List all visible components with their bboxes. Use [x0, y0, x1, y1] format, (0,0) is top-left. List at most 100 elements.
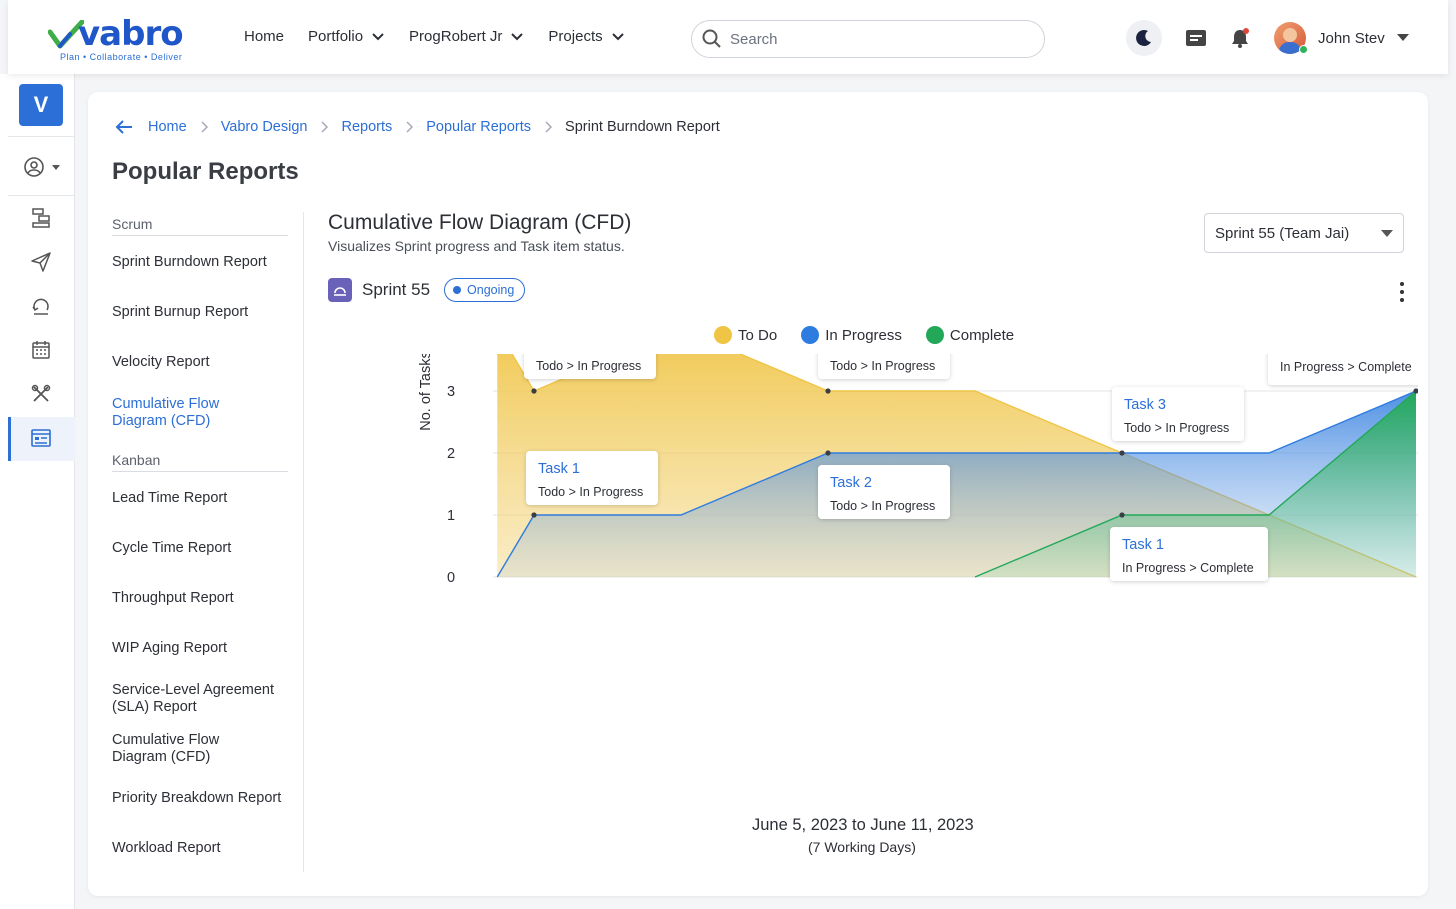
rail-divider — [8, 136, 74, 137]
tooltip-text: Todo > In Progress — [1124, 421, 1229, 435]
data-point-marker — [531, 512, 537, 518]
report-item-cycle-time[interactable]: Cycle Time Report — [112, 540, 292, 557]
breadcrumb-project[interactable]: Vabro Design — [221, 119, 308, 135]
tools-icon — [31, 384, 51, 402]
chevron-right-icon — [545, 121, 553, 133]
nav-portfolio-label: Portfolio — [308, 28, 364, 45]
breadcrumb: Home Vabro Design Reports Popular Report… — [114, 119, 720, 135]
logo-wordmark: vabro — [78, 14, 184, 54]
annotation-tooltip: Task 2 Todo > In Progress — [818, 465, 950, 519]
report-item-cfd-kanban[interactable]: Cumulative Flow Diagram (CFD) — [112, 732, 252, 766]
breadcrumb-popular-reports[interactable]: Popular Reports — [426, 119, 531, 135]
chevron-down-icon — [511, 32, 524, 40]
annotation-tooltip: Task 1 In Progress > Complete — [1110, 527, 1268, 581]
rail-calendar-button[interactable] — [28, 337, 54, 363]
user-circle-icon — [24, 157, 60, 177]
report-item-cfd-scrum[interactable]: Cumulative Flow Diagram (CFD) — [112, 396, 252, 430]
chevron-down-icon — [372, 32, 384, 40]
sidebar-divider — [303, 212, 304, 872]
sprint-icon — [328, 278, 352, 302]
section-kanban: Kanban — [112, 452, 288, 472]
status-badge-label: Ongoing — [467, 283, 515, 297]
data-point-marker — [1119, 450, 1125, 456]
tooltip-text: In Progress > Complete — [1122, 561, 1254, 575]
rail-divider — [8, 195, 74, 196]
sprint-select[interactable]: Sprint 55 (Team Jai) — [1204, 213, 1404, 253]
status-badge: Ongoing — [444, 278, 526, 302]
breadcrumb-current: Sprint Burndown Report — [565, 119, 720, 135]
y-tick-label: 1 — [447, 508, 455, 524]
sprint-header: Sprint 55 Ongoing — [328, 278, 526, 302]
nav-home[interactable]: Home — [244, 28, 284, 45]
report-item-throughput[interactable]: Throughput Report — [112, 590, 292, 607]
board-icon — [32, 208, 50, 228]
back-arrow-icon[interactable] — [114, 119, 134, 135]
report-item-sprint-burndown[interactable]: Sprint Burndown Report — [112, 254, 292, 271]
user-menu[interactable]: John Stev — [1274, 22, 1409, 54]
workspace-switcher[interactable]: V — [19, 84, 63, 126]
nav-home-label: Home — [244, 28, 285, 45]
search-icon — [702, 29, 721, 48]
rail-backlog-button[interactable] — [28, 205, 54, 231]
report-item-wip-aging[interactable]: WIP Aging Report — [112, 640, 292, 657]
tooltip-title: Task 2 — [830, 475, 872, 491]
legend-todo-label: To Do — [738, 326, 778, 344]
tooltip-title: Task 1 — [538, 461, 580, 477]
tooltip-text: Todo > In Progress — [536, 359, 641, 373]
reports-icon — [31, 429, 51, 447]
messages-button[interactable] — [1180, 22, 1212, 54]
theme-toggle-button[interactable] — [1126, 20, 1162, 56]
report-item-priority-breakdown[interactable]: Priority Breakdown Report — [112, 790, 292, 807]
rail-reports-button[interactable] — [28, 425, 54, 451]
tooltip-title: Task 3 — [1124, 397, 1166, 413]
report-item-sla[interactable]: Service-Level Agreement (SLA) Report — [112, 682, 288, 716]
rail-send-button[interactable] — [28, 249, 54, 275]
data-point-marker — [825, 388, 831, 394]
main-nav: Home Portfolio ProgRobert Jr Projects — [244, 28, 649, 45]
calendar-icon — [32, 341, 50, 359]
legend-todo[interactable]: To Do — [714, 326, 777, 344]
report-item-sprint-burnup[interactable]: Sprint Burnup Report — [112, 304, 292, 321]
rail-tools-button[interactable] — [28, 381, 54, 407]
annotation-tooltip: Task 1Todo > In Progress — [524, 354, 656, 379]
report-item-workload[interactable]: Workload Report — [112, 840, 292, 857]
annotation-tooltip: Task 4Todo > In ProgressTask 2, Task 3In… — [1268, 354, 1418, 385]
data-point-marker — [825, 450, 831, 456]
notifications-button[interactable] — [1224, 22, 1256, 54]
report-item-lead-time[interactable]: Lead Time Report — [112, 490, 292, 507]
chevron-down-icon — [611, 32, 624, 40]
rail-sprint-button[interactable] — [28, 293, 54, 319]
annotation-tooltip: Task 3 Todo > In Progress — [1112, 387, 1244, 441]
breadcrumb-reports[interactable]: Reports — [341, 119, 392, 135]
nav-projects-label: Projects — [548, 28, 603, 45]
user-name: John Stev — [1318, 29, 1385, 47]
more-options-icon[interactable] — [1392, 280, 1412, 304]
chevron-right-icon — [201, 121, 208, 133]
tooltip-text: Todo > In Progress — [830, 499, 935, 513]
legend-in-progress[interactable]: In Progress — [801, 326, 902, 344]
caret-down-icon — [1381, 230, 1393, 237]
search-input[interactable] — [730, 30, 1030, 48]
legend-complete-label: Complete — [949, 326, 1015, 344]
top-navigation-bar: vabro Plan • Collaborate • Deliver Home … — [8, 0, 1448, 74]
annotation-tooltip: Task 1 Todo > In Progress — [526, 451, 658, 505]
chart-legend: To Do In Progress Complete — [714, 326, 1038, 344]
nav-progrobert[interactable]: ProgRobert Jr — [409, 28, 524, 45]
report-item-velocity[interactable]: Velocity Report — [112, 354, 292, 371]
tooltip-title: Task 1 — [1122, 537, 1164, 553]
y-tick-label: 0 — [447, 570, 455, 586]
tooltip-text: Todo > In Progress — [538, 485, 643, 499]
logo-tagline: Plan • Collaborate • Deliver — [60, 52, 183, 62]
vabro-logo[interactable]: vabro Plan • Collaborate • Deliver — [48, 14, 208, 64]
data-point-marker — [1119, 512, 1125, 518]
bell-icon — [1232, 28, 1249, 48]
profile-menu-button[interactable] — [20, 154, 64, 180]
y-tick-label: 3 — [447, 384, 455, 400]
legend-complete[interactable]: Complete — [925, 326, 1015, 344]
nav-portfolio[interactable]: Portfolio — [308, 28, 385, 45]
nav-projects[interactable]: Projects — [548, 28, 624, 45]
breadcrumb-home[interactable]: Home — [148, 119, 187, 135]
nav-progrobert-label: ProgRobert Jr — [409, 28, 503, 45]
report-title: Cumulative Flow Diagram (CFD) — [328, 211, 632, 234]
date-range-title: June 5, 2023 to June 11, 2023 — [752, 816, 974, 834]
